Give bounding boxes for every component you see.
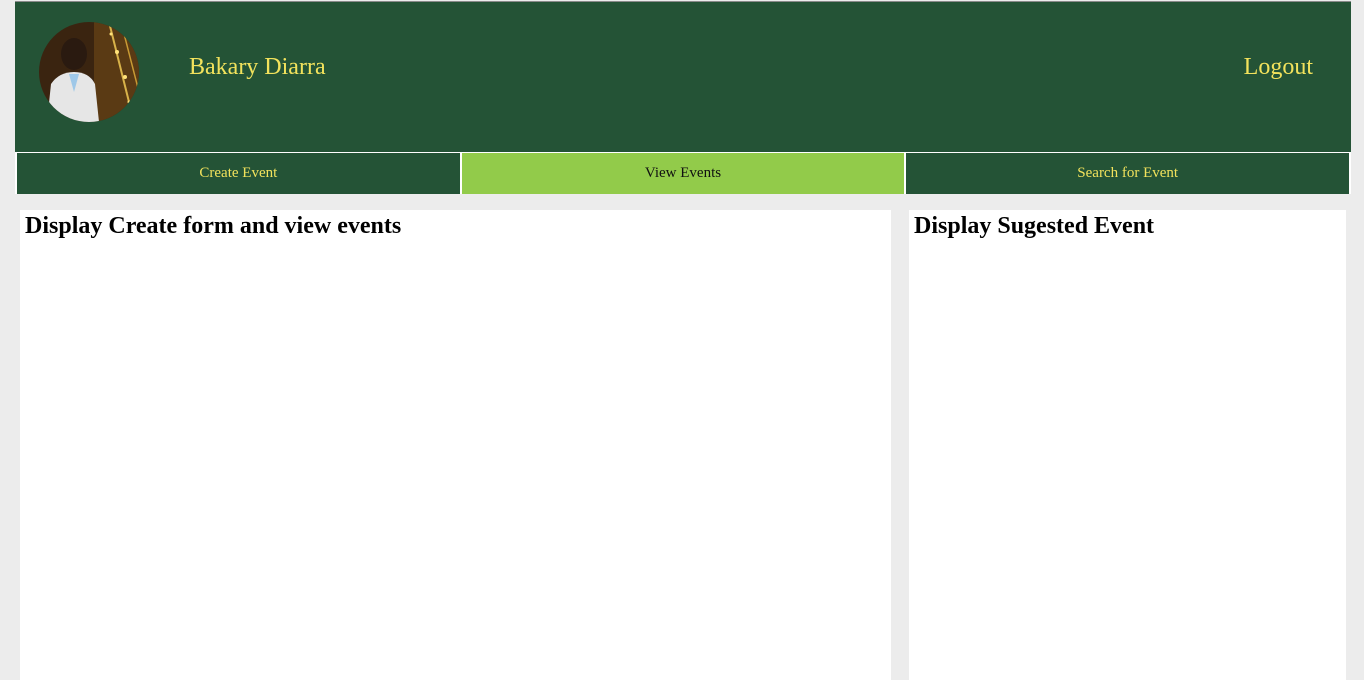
tab-create-event[interactable]: Create Event <box>17 153 460 194</box>
header-bar: Bakary Diarra Logout <box>15 1 1351 152</box>
suggested-events-panel: Display Sugested Event <box>909 210 1346 680</box>
nav-tabs: Create Event View Events Search for Even… <box>15 152 1351 194</box>
suggested-events-title: Display Sugested Event <box>914 213 1155 239</box>
logout-link[interactable]: Logout <box>1244 52 1313 82</box>
main-panel: Display Create form and view events <box>20 210 891 680</box>
tab-search-for-event[interactable]: Search for Event <box>906 153 1350 194</box>
main-panel-title: Display Create form and view events <box>25 213 402 239</box>
avatar[interactable] <box>39 22 139 122</box>
page: Bakary Diarra Logout Create Event View E… <box>0 0 1364 680</box>
tab-view-events[interactable]: View Events <box>461 153 905 194</box>
user-name: Bakary Diarra <box>189 54 326 80</box>
avatar-photo <box>39 22 139 122</box>
